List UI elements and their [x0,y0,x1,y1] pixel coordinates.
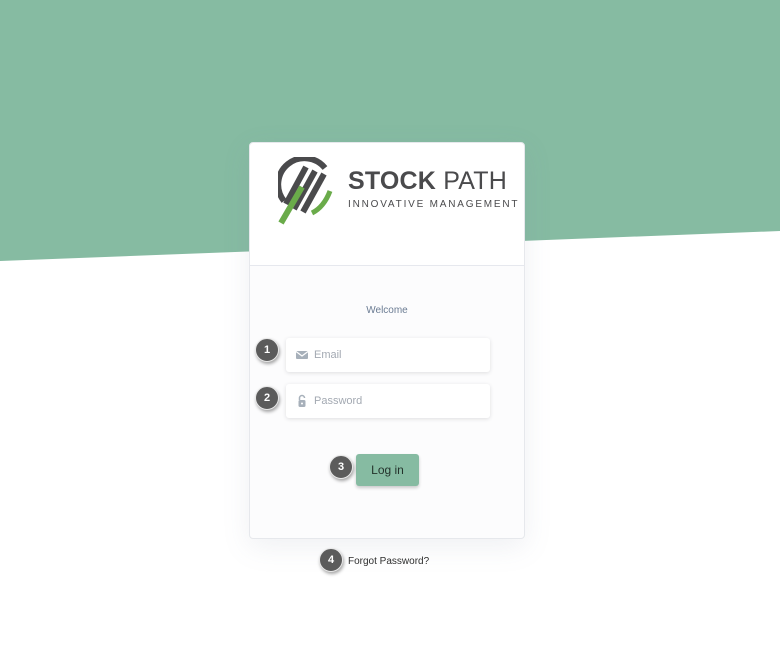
callout-badge-4: 4 [319,548,343,572]
envelope-icon [295,351,309,359]
forgot-password-link[interactable]: Forgot Password? [348,556,429,567]
login-card: STOCK PATH INNOVATIVE MANAGEMENT Welcome… [249,142,525,539]
callout-badge-3: 3 [329,455,353,479]
stock-path-logo-icon [278,157,333,225]
lock-icon [298,394,306,407]
brand-logo: STOCK PATH INNOVATIVE MANAGEMENT [278,157,518,227]
email-field[interactable] [286,338,490,372]
card-header: STOCK PATH INNOVATIVE MANAGEMENT [250,143,524,266]
callout-badge-2: 2 [255,386,279,410]
password-input[interactable] [314,384,484,418]
email-input[interactable] [314,338,484,372]
callout-badge-1: 1 [255,338,279,362]
password-field[interactable] [286,384,490,418]
brand-tagline: INNOVATIVE MANAGEMENT [348,199,520,210]
welcome-text: Welcome [366,305,408,316]
brand-name: STOCK PATH [348,167,507,195]
brand-name-bold: STOCK [348,167,437,195]
brand-name-regular: PATH [443,167,507,195]
login-button[interactable]: Log in [356,454,419,486]
